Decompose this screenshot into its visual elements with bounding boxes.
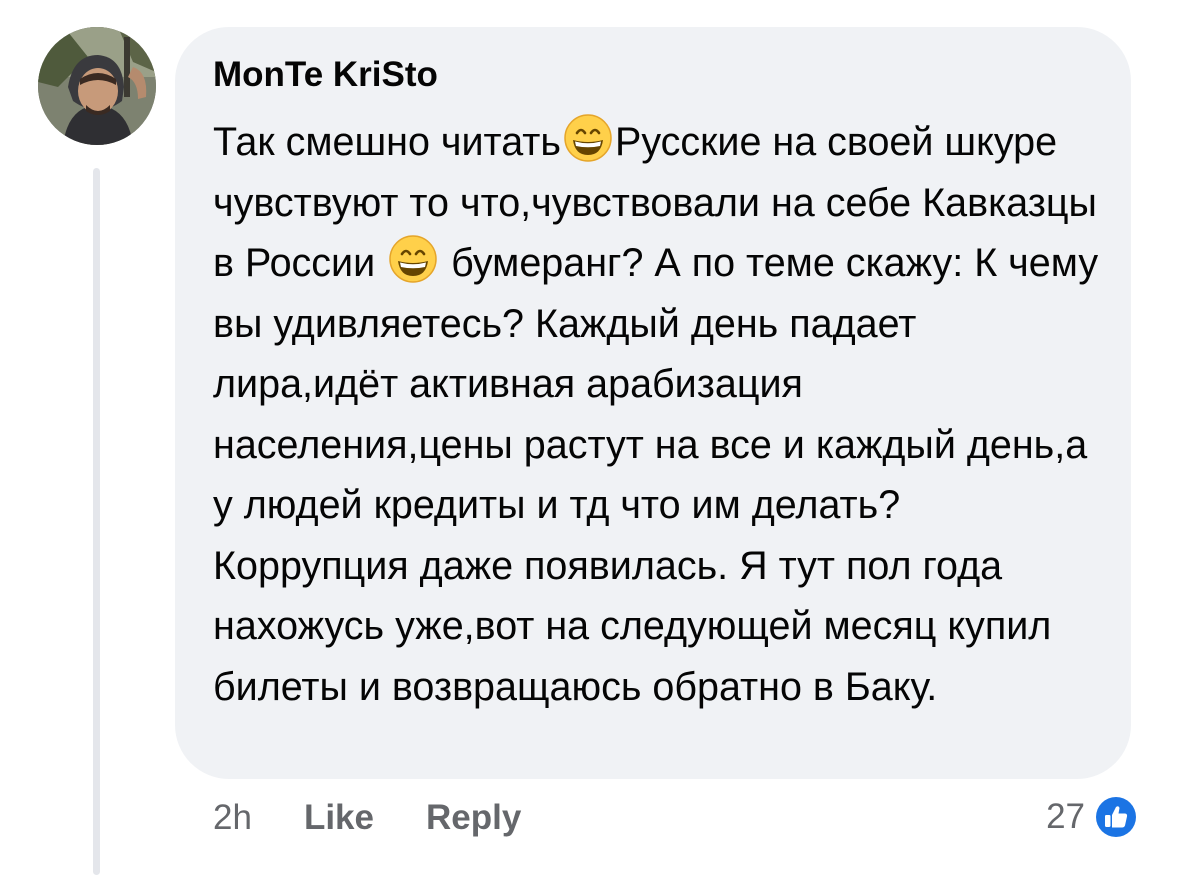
- reply-button[interactable]: Reply: [426, 796, 521, 840]
- comment-actions: 2h Like Reply: [213, 796, 573, 840]
- comment-text: Так смешно читать Русские на своей шкуре…: [213, 112, 1103, 717]
- reaction-summary[interactable]: 27: [1046, 790, 1139, 844]
- thread-connector-line: [93, 168, 100, 875]
- comment-text-part-1: Так смешно читать: [213, 120, 561, 164]
- reaction-count: 27: [1046, 797, 1085, 836]
- grinning-face-with-smiling-eyes-icon: [563, 113, 613, 163]
- thumbs-up-icon: [1093, 794, 1139, 840]
- comment-text-part-3: бумеранг? А по теме скажу: К чему вы уди…: [213, 241, 1099, 709]
- comment-timestamp[interactable]: 2h: [213, 796, 252, 840]
- comment-bubble: MonTe KriSto Так смешно читать Русские н…: [175, 27, 1131, 779]
- author-avatar[interactable]: [38, 27, 156, 145]
- like-button[interactable]: Like: [304, 796, 374, 840]
- grinning-face-with-smiling-eyes-icon: [388, 234, 438, 284]
- comment-author-name[interactable]: MonTe KriSto: [213, 55, 1093, 95]
- avatar-photo: [38, 27, 156, 145]
